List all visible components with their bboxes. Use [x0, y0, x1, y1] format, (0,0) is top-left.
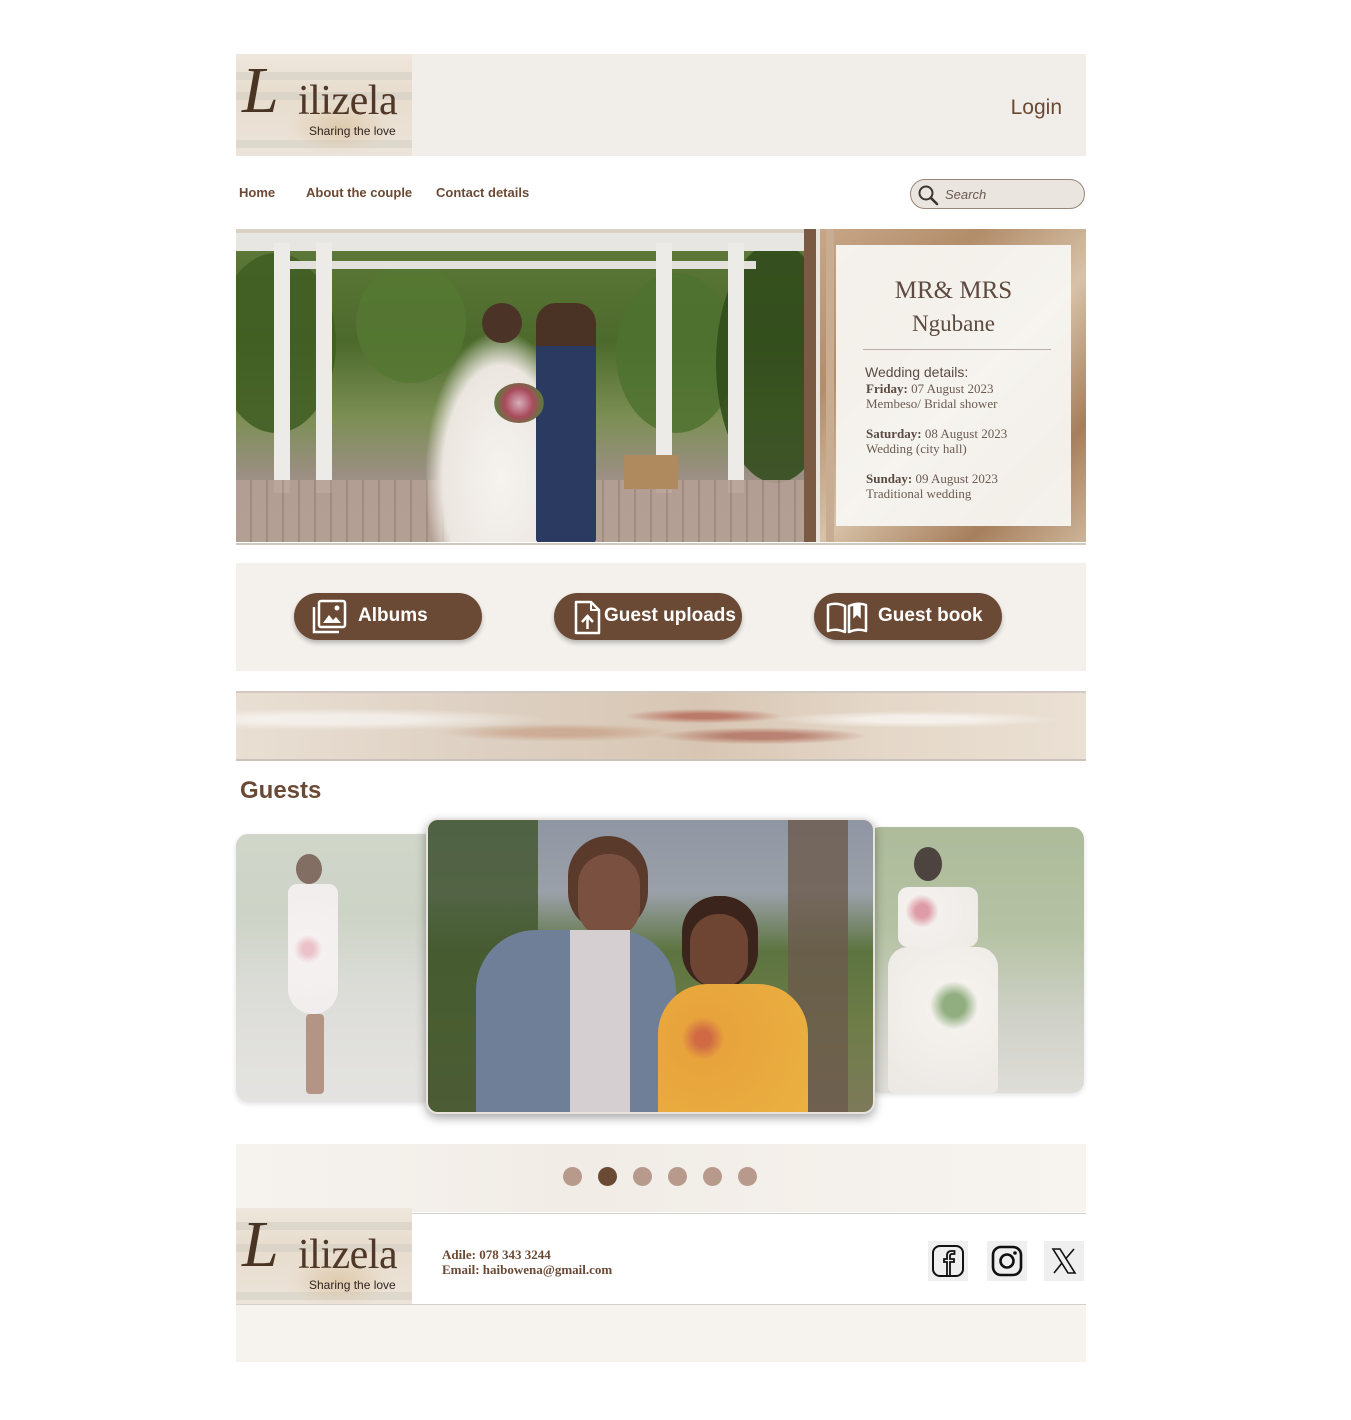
facebook-icon — [932, 1245, 964, 1277]
gallery-icon — [312, 599, 347, 634]
guest-uploads-label: Guest uploads — [604, 605, 736, 626]
floral-banner — [236, 691, 1086, 761]
facebook-link[interactable] — [928, 1241, 968, 1281]
guest-photo-prev[interactable] — [236, 834, 436, 1102]
brand-tagline: Sharing the love — [309, 124, 396, 138]
footer-brand-tagline: Sharing the love — [309, 1278, 396, 1292]
footer-brand-initial: L — [242, 1208, 279, 1281]
carousel-dot[interactable] — [563, 1167, 582, 1186]
carousel-dot[interactable] — [668, 1167, 687, 1186]
guest-photo-next[interactable] — [868, 827, 1084, 1093]
nav-home[interactable]: Home — [239, 185, 275, 200]
divider — [236, 543, 1086, 545]
guest-book-button[interactable]: Guest book — [814, 593, 1002, 640]
carousel-dot[interactable] — [703, 1167, 722, 1186]
albums-button[interactable]: Albums — [294, 593, 482, 640]
search-icon — [918, 185, 939, 206]
x-link[interactable] — [1044, 1241, 1084, 1281]
footer-band — [236, 1305, 1086, 1362]
site-header: L ilizela Sharing the love Login — [236, 54, 1086, 156]
detail-sunday: Sunday: 09 August 2023 Traditional weddi… — [866, 471, 998, 501]
instagram-link[interactable] — [987, 1241, 1027, 1281]
carousel-dot[interactable] — [633, 1167, 652, 1186]
footer-brand-name: ilizela — [298, 1232, 398, 1278]
upload-file-icon — [574, 600, 601, 635]
couple-surname: Ngubane — [911, 311, 996, 336]
x-icon — [1051, 1248, 1077, 1274]
carousel-dot[interactable] — [598, 1167, 617, 1186]
guest-photo-current[interactable] — [426, 818, 875, 1114]
albums-label: Albums — [358, 605, 428, 626]
login-link[interactable]: Login — [1011, 96, 1062, 120]
wedding-details-card: MR& MRS Ngubane Wedding details: Friday:… — [836, 245, 1071, 526]
brand-initial: L — [242, 54, 279, 127]
open-book-icon — [826, 602, 868, 634]
search-input[interactable] — [945, 185, 1075, 203]
carousel-indicator-band — [236, 1144, 1086, 1212]
carousel-dot[interactable] — [738, 1167, 757, 1186]
couple-title: MR& MRS — [894, 277, 1013, 304]
footer-email[interactable]: Email: haibowena@gmail.com — [442, 1262, 612, 1278]
guest-uploads-button[interactable]: Guest uploads — [554, 593, 742, 640]
nav-about-couple[interactable]: About the couple — [306, 185, 412, 200]
nav-contact-details[interactable]: Contact details — [436, 185, 529, 200]
search-box[interactable] — [910, 179, 1085, 209]
footer-phone: Adile: 078 343 3244 — [442, 1247, 551, 1262]
instagram-icon — [991, 1245, 1023, 1277]
detail-friday: Friday: 07 August 2023 Membeso/ Bridal s… — [866, 381, 998, 411]
couple-photo — [236, 233, 804, 542]
details-heading: Wedding details: — [865, 364, 969, 380]
footer-logo[interactable]: L ilizela Sharing the love — [236, 1208, 412, 1305]
guest-book-label: Guest book — [878, 605, 983, 626]
brand-name: ilizela — [298, 78, 398, 124]
brand-logo[interactable]: L ilizela Sharing the love — [236, 54, 412, 156]
detail-saturday: Saturday: 08 August 2023 Wedding (city h… — [866, 426, 1008, 456]
guests-heading: Guests — [240, 777, 322, 804]
